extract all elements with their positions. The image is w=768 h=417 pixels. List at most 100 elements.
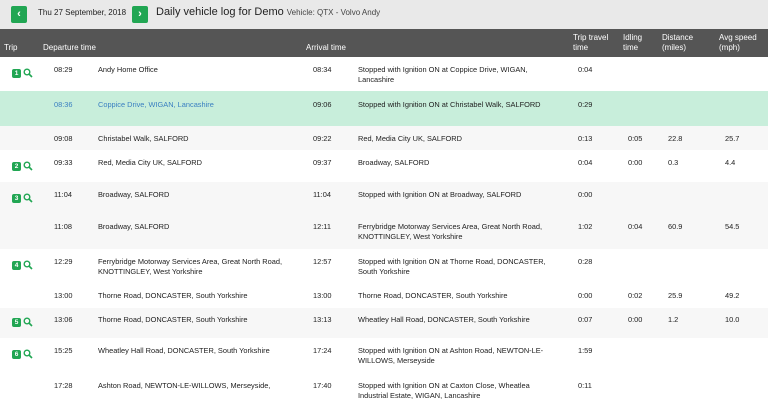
search-icon[interactable]: [23, 349, 33, 359]
trip-number-badge: 4: [12, 261, 21, 270]
departure-location: Christabel Walk, SALFORD: [98, 134, 189, 143]
table-row[interactable]: 09:08 Christabel Walk, SALFORD 09:22 Red…: [0, 126, 768, 150]
table-row-selected[interactable]: 08:36 Coppice Drive, WIGAN, Lancashire 0…: [0, 91, 768, 126]
departure-location: Andy Home Office: [98, 65, 158, 74]
trip-travel-time: 0:28: [578, 257, 593, 266]
column-header-idling-l2: time: [623, 43, 639, 52]
column-header-travel-l2: time: [573, 43, 589, 52]
trip-travel-time: 0:00: [578, 190, 593, 199]
arrival-time: 13:13: [313, 315, 332, 324]
idling-time: 0:00: [628, 315, 643, 324]
search-icon[interactable]: [23, 161, 33, 171]
arrival-location: Stopped with Ignition ON at Caxton Close…: [358, 381, 530, 400]
arrival-location: Wheatley Hall Road, DONCASTER, South Yor…: [358, 315, 530, 324]
trip-travel-time: 0:11: [578, 381, 592, 390]
departure-location-link[interactable]: Coppice Drive, WIGAN, Lancashire: [98, 100, 293, 110]
page-title: Daily vehicle log for Demo Vehicle: QTX -…: [156, 6, 380, 18]
column-header-speed-l2: (mph): [719, 43, 740, 52]
column-header-distance-l2: (miles): [662, 43, 686, 52]
arrival-location: Stopped with Ignition ON at Ashton Road,…: [358, 346, 544, 365]
column-header-speed-l1: Avg speed: [719, 33, 757, 42]
departure-time: 15:25: [54, 346, 73, 355]
top-bar: ‹ Thu 27 September, 2018 › Daily vehicle…: [0, 0, 768, 29]
trip-number-badge: 1: [12, 69, 21, 78]
idling-time: 0:00: [628, 158, 643, 167]
distance-miles: 22.8: [668, 134, 683, 143]
trip-travel-time: 0:00: [578, 291, 593, 300]
arrival-location: Ferrybridge Motorway Services Area, Grea…: [358, 222, 543, 241]
arrival-time: 08:34: [313, 65, 332, 74]
search-icon[interactable]: [23, 260, 33, 270]
table-row[interactable]: 5 13:06 Thorne Road, DONCASTER, South Yo…: [0, 308, 768, 338]
trip-number-badge: 3: [12, 194, 21, 203]
arrival-time: 09:37: [313, 158, 332, 167]
previous-day-button[interactable]: ‹: [11, 6, 27, 23]
departure-time: 08:36: [54, 100, 73, 109]
column-header-travel: Trip travel time: [573, 33, 608, 53]
arrival-location: Broadway, SALFORD: [358, 158, 430, 167]
trip-travel-time: 1:02: [578, 222, 593, 231]
departure-time: 09:08: [54, 134, 73, 143]
column-header-departure: Departure time: [43, 43, 96, 52]
trip-travel-time: 1:59: [578, 346, 593, 355]
idling-time: 0:04: [628, 222, 643, 231]
distance-miles: 1.2: [668, 315, 679, 324]
table-row[interactable]: 6 15:25 Wheatley Hall Road, DONCASTER, S…: [0, 338, 768, 373]
column-header-distance: Distance (miles): [662, 33, 693, 53]
table-row[interactable]: 17:28 Ashton Road, NEWTON-LE-WILLOWS, Me…: [0, 373, 768, 417]
departure-location: Ashton Road, NEWTON-LE-WILLOWS, Merseysi…: [98, 381, 271, 390]
chevron-right-icon: ›: [138, 8, 142, 20]
distance-miles: 60.9: [668, 222, 683, 231]
arrival-time: 12:11: [313, 222, 331, 231]
arrival-time: 09:22: [313, 134, 332, 143]
departure-location: Thorne Road, DONCASTER, South Yorkshire: [98, 315, 248, 324]
table-row[interactable]: 13:00 Thorne Road, DONCASTER, South York…: [0, 284, 768, 308]
column-header-distance-l1: Distance: [662, 33, 694, 42]
page-title-text: Daily vehicle log for Demo: [156, 6, 284, 18]
departure-time: 08:29: [54, 65, 73, 74]
avg-speed: 10.0: [725, 315, 740, 324]
search-icon[interactable]: [23, 68, 33, 78]
avg-speed: 25.7: [725, 134, 740, 143]
departure-time: 11:08: [54, 222, 72, 231]
column-header-speed: Avg speed (mph): [719, 33, 757, 53]
departure-location: Thorne Road, DONCASTER, South Yorkshire: [98, 291, 248, 300]
date-label: Thu 27 September, 2018: [38, 8, 127, 17]
trip-travel-time: 0:04: [578, 158, 593, 167]
arrival-time: 17:40: [313, 381, 332, 390]
trip-number-badge: 2: [12, 162, 21, 171]
table-row[interactable]: 2 09:33 Red, Media City UK, SALFORD 09:3…: [0, 150, 768, 182]
avg-speed: 49.2: [725, 291, 740, 300]
arrival-location: Stopped with Ignition ON at Broadway, SA…: [358, 190, 522, 199]
arrival-time: 17:24: [313, 346, 332, 355]
distance-miles: 25.9: [668, 291, 683, 300]
column-header-travel-l1: Trip travel: [573, 33, 609, 42]
chevron-left-icon: ‹: [17, 8, 21, 20]
column-header-trip: Trip: [4, 43, 18, 52]
search-icon[interactable]: [23, 193, 33, 203]
arrival-location: Stopped with Ignition ON at Coppice Driv…: [358, 65, 528, 84]
avg-speed: 54.5: [725, 222, 740, 231]
departure-time: 09:33: [54, 158, 73, 167]
departure-time: 13:00: [54, 291, 73, 300]
departure-time: 11:04: [54, 190, 72, 199]
table-header: Trip Departure time Arrival time Trip tr…: [0, 29, 768, 57]
arrival-time: 11:04: [313, 190, 331, 199]
trip-travel-time: 0:29: [578, 100, 593, 109]
distance-miles: 0.3: [668, 158, 679, 167]
trip-number-badge: 6: [12, 350, 21, 359]
table-row[interactable]: 11:08 Broadway, SALFORD 12:11 Ferrybridg…: [0, 213, 768, 249]
search-icon[interactable]: [23, 317, 33, 327]
table-row[interactable]: 3 11:04 Broadway, SALFORD 11:04 Stopped …: [0, 182, 768, 213]
arrival-location: Thorne Road, DONCASTER, South Yorkshire: [358, 291, 508, 300]
departure-location: Ferrybridge Motorway Services Area, Grea…: [98, 257, 283, 276]
next-day-button[interactable]: ›: [132, 6, 148, 23]
idling-time: 0:05: [628, 134, 643, 143]
departure-location: Broadway, SALFORD: [98, 222, 170, 231]
arrival-location: Stopped with Ignition ON at Christabel W…: [358, 100, 541, 109]
table-row[interactable]: 4 12:29 Ferrybridge Motorway Services Ar…: [0, 249, 768, 284]
departure-time: 13:06: [54, 315, 73, 324]
vehicle-label: Vehicle: QTX - Volvo Andy: [286, 8, 381, 17]
table-row[interactable]: 1 08:29 Andy Home Office 08:34 Stopped w…: [0, 57, 768, 91]
departure-time: 12:29: [54, 257, 73, 266]
